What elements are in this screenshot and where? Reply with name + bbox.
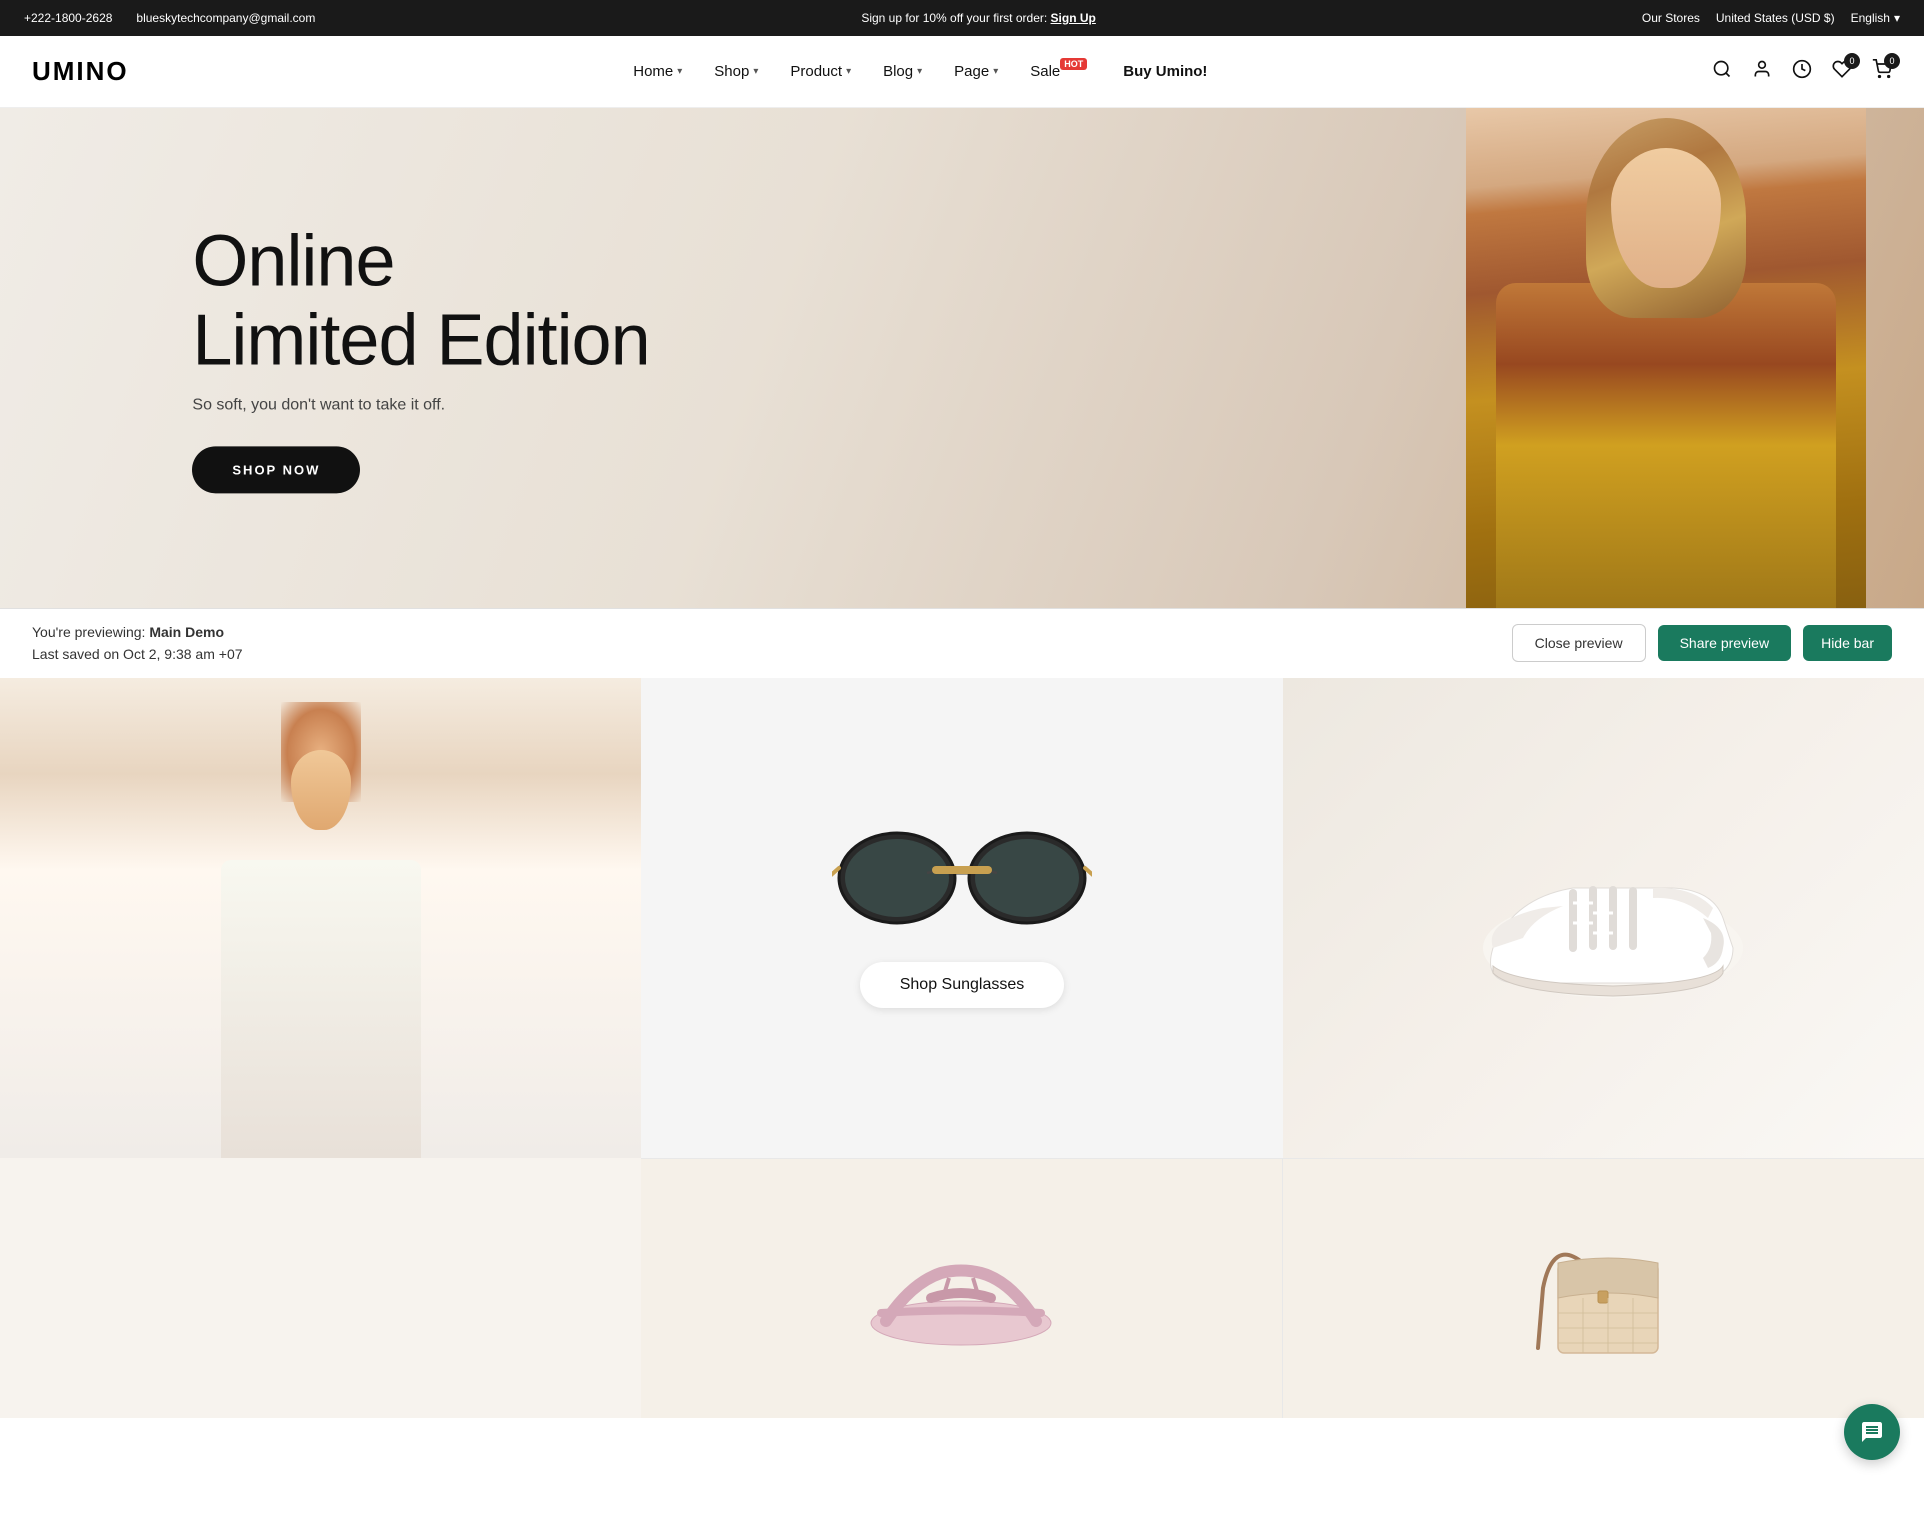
email-address[interactable]: blueskytechcompany@gmail.com [136, 11, 315, 25]
signup-link[interactable]: Sign Up [1051, 11, 1096, 25]
hero-title: Online Limited Edition [192, 222, 649, 380]
product-cell-sunglasses: Shop Sunglasses [641, 678, 1282, 1158]
promo-text: Sign up for 10% off your first order: [861, 11, 1047, 25]
hide-bar-button[interactable]: Hide bar [1803, 625, 1892, 661]
hero-model-container [808, 108, 1866, 608]
stores-link[interactable]: Our Stores [1642, 11, 1700, 25]
cart-button[interactable]: 0 [1872, 59, 1892, 84]
bottom-product-grid [0, 1158, 1924, 1418]
bag-svg [1523, 1208, 1683, 1368]
preview-label: You're previewing: [32, 624, 145, 640]
hot-badge: HOT [1060, 58, 1087, 70]
sunglasses-svg [832, 828, 1092, 938]
chat-bubble-button[interactable] [1844, 1404, 1900, 1460]
cart-count: 0 [1884, 53, 1900, 69]
product-cell-bag [1283, 1158, 1924, 1418]
account-button[interactable] [1752, 59, 1772, 84]
nav-icons: 0 0 [1712, 59, 1892, 84]
nav-buy-umino[interactable]: Buy Umino! [1123, 63, 1207, 80]
close-preview-button[interactable]: Close preview [1512, 624, 1646, 662]
chevron-down-icon: ▾ [677, 66, 682, 77]
main-nav: UMINO Home ▾ Shop ▾ Product ▾ Blog ▾ Pag… [0, 36, 1924, 108]
shop-sunglasses-button[interactable]: Shop Sunglasses [860, 962, 1065, 1008]
sandals-svg [861, 1223, 1061, 1353]
wishlist-count: 0 [1844, 53, 1860, 69]
chevron-down-icon: ▾ [993, 66, 998, 77]
chevron-down-icon: ▾ [846, 66, 851, 77]
product-cell-sneakers [1283, 678, 1924, 1158]
shop-now-button[interactable]: SHOP NOW [192, 447, 360, 494]
product-cell-fashion [0, 678, 641, 1158]
saved-timestamp: Last saved on Oct 2, 9:38 am +07 [32, 643, 243, 665]
chevron-down-icon: ▾ [753, 66, 758, 77]
sneakers-svg [1453, 818, 1753, 1018]
top-bar-left: +222-1800-2628 blueskytechcompany@gmail.… [24, 11, 315, 25]
nav-page[interactable]: Page ▾ [954, 63, 998, 80]
chevron-down-icon: ▾ [917, 66, 922, 77]
bottom-left-spacer [0, 1158, 641, 1418]
currency-selector[interactable]: United States (USD $) [1716, 11, 1835, 25]
preview-bar: You're previewing: Main Demo Last saved … [0, 608, 1924, 678]
language-selector[interactable]: English ▾ [1851, 11, 1900, 25]
preview-bar-actions: Close preview Share preview Hide bar [1512, 624, 1892, 662]
nav-shop[interactable]: Shop ▾ [714, 63, 758, 80]
hero-model-figure [1466, 108, 1866, 608]
nav-sale[interactable]: Sale HOT [1030, 63, 1091, 80]
product-cell-sandals [641, 1158, 1282, 1418]
hero-subtitle: So soft, you don't want to take it off. [192, 397, 649, 415]
nav-home[interactable]: Home ▾ [633, 63, 682, 80]
site-logo[interactable]: UMINO [32, 56, 129, 87]
share-preview-button[interactable]: Share preview [1658, 625, 1792, 661]
fashion-model-body [221, 860, 421, 1158]
hero-model-body [1496, 283, 1836, 608]
theme-name: Main Demo [149, 624, 224, 640]
preview-bar-info: You're previewing: Main Demo Last saved … [32, 621, 243, 666]
hero-text-block: Online Limited Edition So soft, you don'… [192, 222, 649, 493]
nav-blog[interactable]: Blog ▾ [883, 63, 922, 80]
chevron-down-icon: ▾ [1894, 11, 1900, 25]
top-bar: +222-1800-2628 blueskytechcompany@gmail.… [0, 0, 1924, 36]
wishlist-button[interactable]: 0 [1832, 59, 1852, 84]
fashion-model-face [291, 750, 351, 830]
top-bar-center: Sign up for 10% off your first order: Si… [315, 11, 1642, 25]
top-bar-right: Our Stores United States (USD $) English… [1642, 11, 1900, 25]
nav-product[interactable]: Product ▾ [790, 63, 851, 80]
sneakers-bg [1283, 678, 1924, 1158]
phone-number[interactable]: +222-1800-2628 [24, 11, 112, 25]
product-grid: Shop Sunglasses [0, 678, 1924, 1158]
fashion-model-bg [0, 678, 641, 1158]
search-button[interactable] [1712, 59, 1732, 84]
sunglasses-product: Shop Sunglasses [792, 788, 1132, 1048]
history-button[interactable] [1792, 59, 1812, 84]
hero-section: Online Limited Edition So soft, you don'… [0, 108, 1924, 608]
nav-links: Home ▾ Shop ▾ Product ▾ Blog ▾ Page ▾ Sa… [633, 63, 1207, 80]
